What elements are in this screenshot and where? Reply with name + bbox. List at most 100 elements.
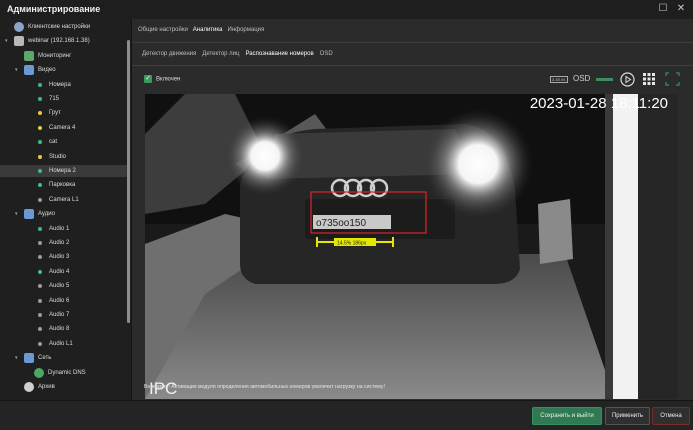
tree-item-label: Audio 2 [49,240,70,246]
tree-item-label: Audio 3 [49,254,70,261]
tree-item[interactable]: Грут [0,107,127,119]
network-icon [24,353,34,364]
tree-item-label: Camera L1 [49,196,79,203]
expand-arrow-icon[interactable]: ▾ [15,352,18,364]
tree-item[interactable]: ▾ Сеть [0,352,127,364]
server-icon [14,36,24,47]
tree-item-label: Парковка [49,182,76,189]
expand-arrow-icon[interactable]: ▾ [5,35,8,47]
sidebar-tree: Клиентские настройки ▾ webinar (192.168.1.… [0,19,132,400]
tree-item[interactable]: Мониторинг [0,50,127,62]
subtab-0[interactable]: Детектор движения [142,51,196,57]
enabled-label: Включен [156,76,181,83]
status-dot-icon [38,269,42,274]
status-dot-icon [38,154,42,159]
warning-text: Внимание! Активация модуля определения а… [144,384,385,390]
cancel-button[interactable]: Отмена [652,407,690,425]
tree-item[interactable]: Studio [0,151,127,163]
tree-item[interactable]: Клиентские настройки [0,21,127,33]
plate-text: о735оо150 [316,218,366,229]
close-button[interactable]: ✕ [675,3,687,15]
tree-item[interactable]: cat [0,136,127,148]
tree-item[interactable]: Audio 8 [0,323,127,335]
tree-item-label: Сеть [38,355,52,362]
status-dot-icon [38,111,42,116]
tree-item[interactable]: Audio 5 [0,280,127,292]
stream-bar-icon[interactable] [596,72,613,86]
video-preview[interactable]: о735оо150 14.5% 186px 2023-01-28 18:11:2… [145,94,678,399]
tree-item-label: Camera 4 [49,124,76,131]
tab-1[interactable]: Аналитика [193,27,223,33]
status-dot-icon [38,183,42,188]
tree-item[interactable]: Dynamic DNS [0,367,127,379]
expand-arrow-icon[interactable]: ▾ [15,208,18,220]
tree-item[interactable]: 715 [0,93,127,105]
status-dot-icon [38,125,42,130]
tree-item[interactable]: ▾ Видео [0,64,127,76]
sidebar-scrollbar[interactable] [127,40,130,323]
subtab-3[interactable]: OSD [320,51,333,57]
status-dot-icon [38,97,42,101]
divider [132,42,693,43]
tree-item-label: Видео [38,67,56,74]
archive-icon [24,382,34,392]
tree-item-label: Audio 1 [49,225,70,232]
tree-item[interactable]: Camera L1 [0,194,127,206]
tree-item[interactable]: Audio 7 [0,309,127,321]
play-icon[interactable] [620,72,635,87]
tree-item[interactable]: Audio 6 [0,295,127,307]
status-dot-icon [38,298,42,303]
tree-item[interactable]: Audio 2 [0,237,127,249]
osd-button[interactable]: OSD [573,72,590,86]
tree-item[interactable]: ▾ webinar (192.168.1.38) [0,35,127,47]
tree-item[interactable]: Парковка [0,179,127,191]
status-dot-icon [38,327,42,332]
tab-2[interactable]: Информация [228,27,265,33]
tree-item[interactable]: Audio 1 [0,223,127,235]
scale-indicator[interactable]: 3.1E.M. [550,72,568,86]
maximize-button[interactable]: ☐ [657,3,669,15]
checkbox-icon[interactable]: ✓ [144,75,152,83]
tree-item-label: Клиентские настройки [28,24,91,30]
tree-item[interactable]: Архив [0,381,127,393]
tree-item-label: Audio 6 [49,297,70,304]
save-and-exit-button[interactable]: Сохранить и выйти [532,407,602,425]
expand-arrow-icon[interactable]: ▾ [15,64,18,76]
status-dot-icon [38,313,42,317]
sub-tabs: Детектор движения Детектор лиц Распознаван… [142,51,339,57]
divider [132,65,693,66]
main-panel: Общие настройки Аналитика Информация Детек… [132,19,693,400]
grid-icon[interactable] [642,72,656,86]
tab-0[interactable]: Общие настройки [138,27,188,33]
tree-item-label: Audio L1 [49,340,73,347]
fullscreen-icon[interactable] [665,72,680,86]
tree-item-label: Audio 7 [49,312,70,318]
status-dot-icon [38,226,42,231]
status-dot-icon [38,169,42,173]
tree-item-label: Dynamic DNS [48,369,86,376]
tree-item[interactable]: Camera 4 [0,122,127,134]
tree-item[interactable]: Audio L1 [0,338,127,350]
tree-item-label: Studio [49,153,67,160]
osd-label: OSD [573,74,591,83]
tree-item[interactable]: Audio 4 [0,266,127,278]
tree-item-label: webinar (192.168.1.38) [28,38,90,45]
status-dot-icon [38,140,42,145]
apply-button[interactable]: Применить [605,407,650,425]
tree-item-label: Мониторинг [38,52,72,59]
tree-item-label: 715 [49,96,60,102]
tree-item-label: Грут [49,110,61,117]
status-dot-icon [38,197,42,202]
enabled-toggle[interactable]: ✓ Включен [144,75,180,83]
status-dot-icon [38,255,42,260]
tree-item-label: cat [49,139,58,146]
subtab-1[interactable]: Детектор лиц [202,51,239,57]
tree-item[interactable]: Номера 2 [0,165,127,177]
tree-item[interactable]: Audio 3 [0,251,127,263]
tree-item[interactable]: Номера [0,79,127,91]
measure-label: 14.5% 186px [337,241,367,247]
tree-item[interactable]: ▾ Аудио [0,208,127,220]
subtab-2[interactable]: Распознавание номеров [245,51,313,57]
gear-icon [14,22,24,32]
window-title: Администрирование [7,4,101,14]
